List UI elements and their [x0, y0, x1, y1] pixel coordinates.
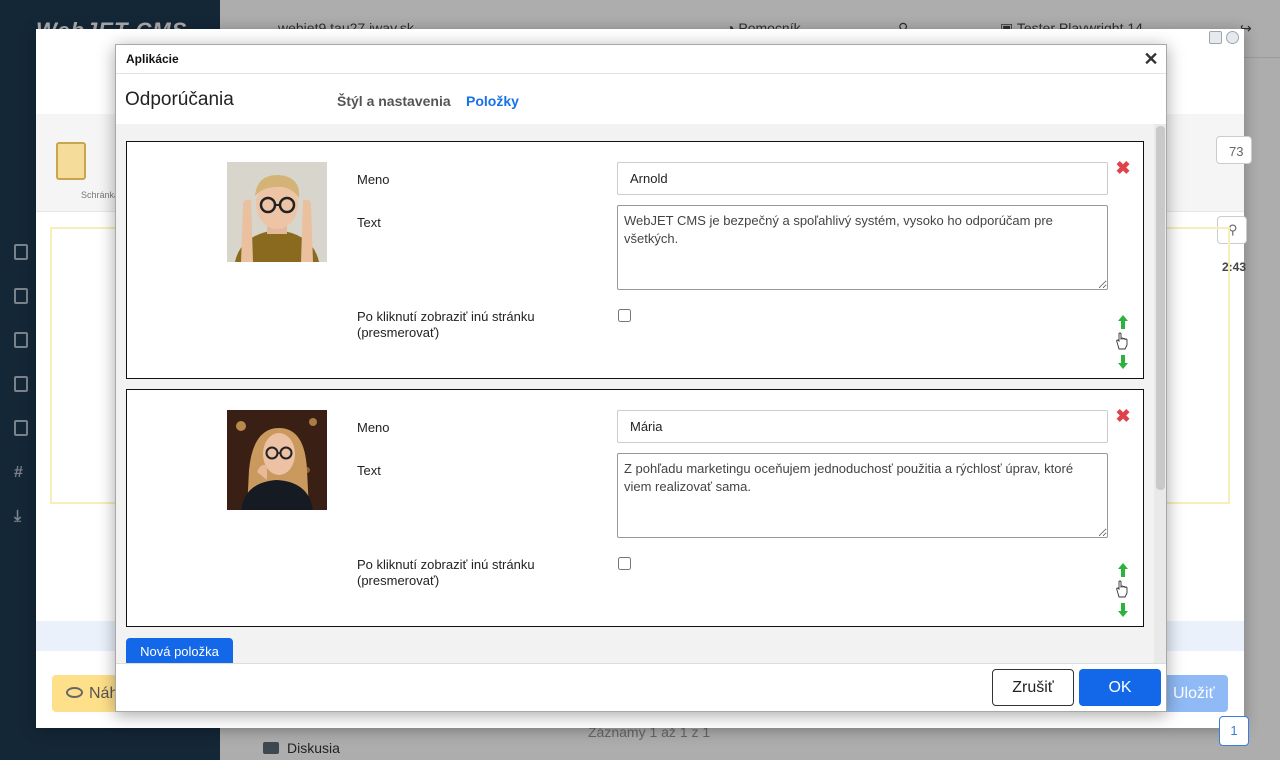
name-input[interactable]: [617, 410, 1108, 443]
text-input[interactable]: WebJET CMS je bezpečný a spoľahlivý syst…: [617, 205, 1108, 290]
testimonial-item: Meno Text Z pohľadu marketingu oceňujem …: [126, 389, 1144, 627]
drag-hand-icon[interactable]: [1114, 332, 1130, 350]
testimonial-item: Meno Text WebJET CMS je bezpečný a spoľa…: [126, 141, 1144, 379]
arrow-down-icon[interactable]: [1115, 602, 1131, 618]
person-photo[interactable]: [227, 162, 327, 262]
delete-icon[interactable]: ✖: [1115, 159, 1131, 177]
tab-style-settings[interactable]: Štýl a nastavenia: [337, 93, 451, 109]
delete-icon[interactable]: ✖: [1115, 407, 1131, 425]
redirect-checkbox[interactable]: [618, 557, 631, 570]
arrow-up-icon[interactable]: [1115, 314, 1131, 330]
clipboard-icon[interactable]: [56, 142, 86, 180]
name-label: Meno: [357, 420, 390, 435]
count-fragment: 73: [1216, 136, 1252, 164]
clipboard-label: Schránka: [81, 190, 120, 200]
redirect-label: Po kliknutí zobraziť inú stránku (presme…: [357, 309, 535, 340]
new-item-button[interactable]: Nová položka: [126, 638, 233, 663]
app-title: Odporúčania: [125, 89, 234, 110]
person-photo[interactable]: [227, 410, 327, 510]
dialog-window-title: Aplikácie: [126, 52, 179, 66]
scrollbar-thumb[interactable]: [1156, 126, 1165, 490]
cancel-button[interactable]: Zrušiť: [992, 669, 1074, 706]
minimize-icon[interactable]: [1209, 31, 1222, 44]
close-icon[interactable]: ✕: [1142, 50, 1160, 68]
redirect-checkbox[interactable]: [618, 309, 631, 322]
drag-hand-icon[interactable]: [1114, 580, 1130, 598]
dialog-titlebar: Aplikácie ✕: [116, 45, 1166, 74]
page-number-button[interactable]: 1: [1219, 716, 1249, 746]
arrow-down-icon[interactable]: [1115, 354, 1131, 370]
outer-close-icon[interactable]: [1226, 31, 1239, 44]
name-input[interactable]: [617, 162, 1108, 195]
dialog-footer: Zrušiť OK: [116, 663, 1166, 711]
dialog-header: Odporúčania Štýl a nastavenia Položky: [116, 74, 1166, 124]
text-input[interactable]: Z pohľadu marketingu oceňujem jednoducho…: [617, 453, 1108, 538]
text-label: Text: [357, 463, 381, 478]
redirect-label: Po kliknutí zobraziť inú stránku (presme…: [357, 557, 535, 588]
name-label: Meno: [357, 172, 390, 187]
ok-button[interactable]: OK: [1079, 669, 1161, 706]
items-content: Meno Text WebJET CMS je bezpečný a spoľa…: [116, 124, 1166, 663]
tab-items[interactable]: Položky: [466, 93, 519, 109]
applications-dialog: Aplikácie ✕ Odporúčania Štýl a nastaveni…: [115, 44, 1167, 712]
text-label: Text: [357, 215, 381, 230]
eye-icon: [66, 687, 83, 698]
arrow-up-icon[interactable]: [1115, 562, 1131, 578]
